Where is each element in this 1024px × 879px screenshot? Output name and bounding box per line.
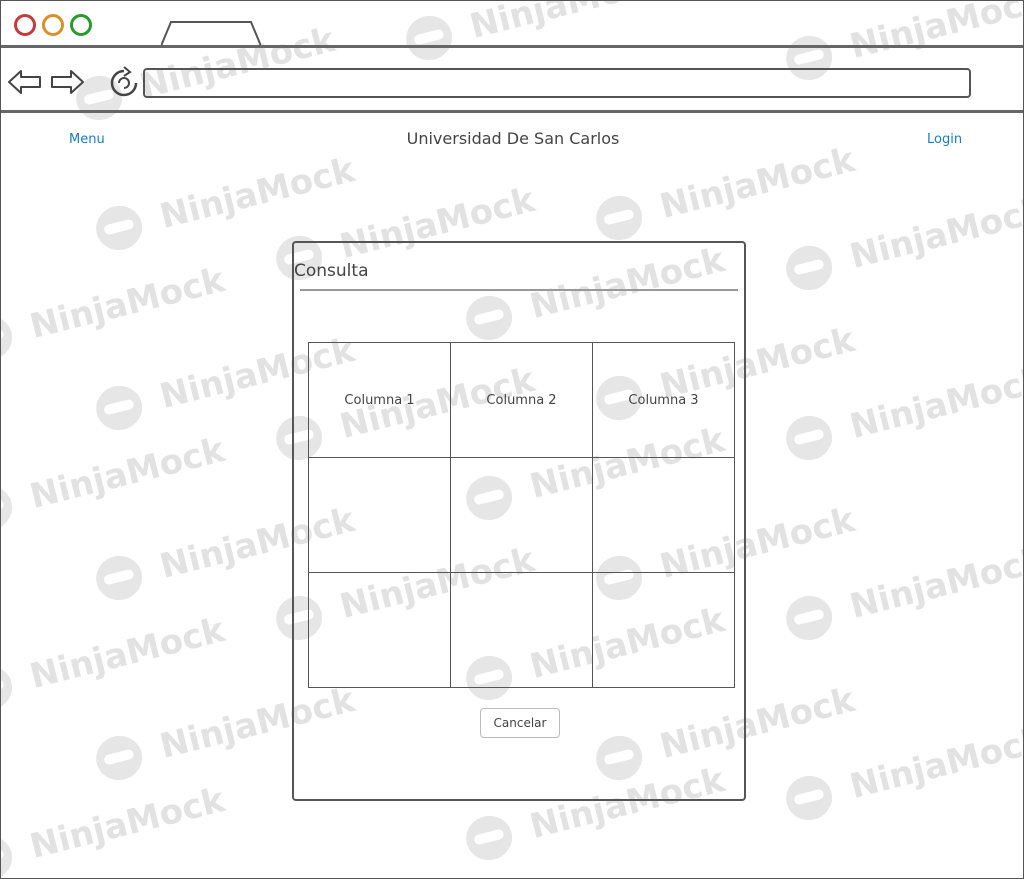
table-cell [450, 572, 593, 688]
ninja-logo-icon [585, 186, 659, 248]
table-cell [592, 457, 735, 573]
watermark: NinjaMock [775, 536, 1024, 648]
back-arrow-icon[interactable] [7, 68, 43, 96]
table-cell [592, 572, 735, 688]
watermark-text: NinjaMock [26, 610, 229, 697]
ninja-logo-icon [775, 406, 849, 468]
watermark-text: NinjaMock [26, 780, 229, 867]
minimize-window-button[interactable] [42, 14, 64, 36]
table-cell [308, 572, 451, 688]
maximize-window-button[interactable] [70, 14, 92, 36]
page-title: Universidad De San Carlos [406, 129, 620, 148]
ninja-logo-icon [1, 476, 29, 538]
watermark-text: NinjaMock [26, 260, 229, 347]
watermark-text: NinjaMock [846, 360, 1024, 447]
ninja-logo-icon [1, 826, 29, 878]
ninja-logo-icon [85, 196, 159, 258]
watermark: NinjaMock [775, 356, 1024, 468]
column-header: Columna 2 [450, 342, 593, 458]
watermark-text: NinjaMock [846, 720, 1024, 807]
browser-navbar [1, 48, 1023, 113]
results-table: Columna 1 Columna 2 Columna 3 [308, 342, 735, 688]
watermark: NinjaMock [1, 426, 230, 538]
login-link[interactable]: Login [927, 132, 962, 147]
table-row [308, 572, 735, 688]
table-cell [450, 457, 593, 573]
watermark-text: NinjaMock [846, 540, 1024, 627]
ninja-logo-icon [85, 546, 159, 608]
ninja-logo-icon [1, 306, 29, 368]
ninja-logo-icon [775, 586, 849, 648]
watermark: NinjaMock [775, 186, 1024, 298]
browser-tab[interactable] [161, 20, 261, 46]
ninja-logo-icon [455, 806, 529, 868]
watermark: NinjaMock [1, 776, 230, 878]
forward-arrow-icon[interactable] [49, 68, 85, 96]
table-row [308, 457, 735, 573]
column-header: Columna 1 [308, 342, 451, 458]
address-bar[interactable] [143, 68, 971, 98]
watermark: NinjaMock [1, 256, 230, 368]
browser-window: NinjaMock NinjaMock NinjaMock NinjaMock … [0, 0, 1024, 879]
table-cell [308, 457, 451, 573]
ninja-logo-icon [775, 766, 849, 828]
close-window-button[interactable] [14, 14, 36, 36]
browser-titlebar [1, 1, 1023, 48]
column-header: Columna 3 [592, 342, 735, 458]
watermark-text: NinjaMock [156, 150, 359, 237]
cancel-button[interactable]: Cancelar [480, 708, 560, 738]
reload-icon[interactable] [107, 66, 141, 100]
ninja-logo-icon [1, 656, 29, 718]
ninja-logo-icon [85, 726, 159, 788]
panel-title: Consulta [294, 261, 369, 281]
table-header-row: Columna 1 Columna 2 Columna 3 [308, 342, 735, 458]
page-header: Menu Universidad De San Carlos Login [1, 113, 1023, 163]
ninja-logo-icon [775, 236, 849, 298]
watermark: NinjaMock [775, 716, 1024, 828]
ninja-logo-icon [85, 376, 159, 438]
panel-divider [300, 289, 738, 291]
watermark-text: NinjaMock [846, 190, 1024, 277]
watermark: NinjaMock [1, 606, 230, 718]
consulta-panel: Consulta Columna 1 Columna 2 Columna 3 C… [292, 241, 746, 801]
watermark-text: NinjaMock [26, 430, 229, 517]
